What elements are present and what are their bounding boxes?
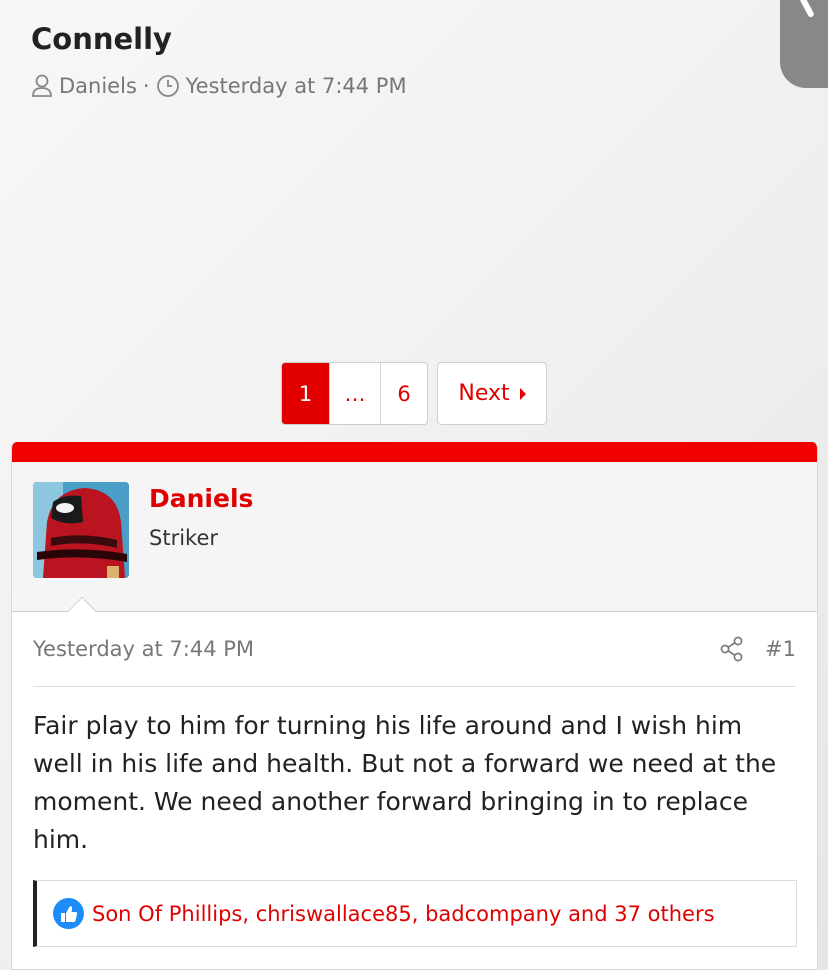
share-icon[interactable] — [720, 636, 744, 666]
thread-title: Connelly — [31, 22, 172, 56]
post-number-link[interactable]: #1 — [765, 637, 796, 661]
thread-meta: Daniels · Yesterday at 7:44 PM — [31, 74, 407, 98]
page-6-button[interactable]: 6 — [381, 363, 427, 424]
post-date[interactable]: Yesterday at 7:44 PM — [33, 637, 254, 661]
post: Daniels Striker Yesterday at 7:44 PM #1 … — [11, 442, 818, 970]
meta-separator: · — [142, 74, 150, 98]
user-title: Striker — [149, 526, 218, 550]
clock-icon — [156, 74, 180, 98]
page-1-button[interactable]: 1 — [282, 363, 330, 424]
post-username[interactable]: Daniels — [149, 484, 253, 513]
slash-mark — [799, 0, 815, 19]
post-header: Yesterday at 7:44 PM #1 — [33, 612, 796, 687]
post-body: Fair play to him for turning his life ar… — [33, 711, 777, 854]
thumbs-up-icon — [53, 898, 84, 929]
reactions-bar[interactable]: Son Of Phillips, chriswallace85, badcomp… — [33, 880, 797, 947]
avatar[interactable] — [33, 482, 129, 578]
post-user-section: Daniels Striker — [12, 462, 817, 612]
next-page-button[interactable]: Next — [437, 362, 547, 425]
next-label: Next — [458, 381, 510, 406]
reactions-text[interactable]: Son Of Phillips, chriswallace85, badcomp… — [92, 902, 715, 926]
speech-pointer — [64, 594, 98, 612]
caret-right-icon — [519, 387, 526, 400]
page-group: 1 … 6 — [281, 362, 428, 425]
page-jump-button[interactable]: … — [330, 363, 381, 424]
thread-author[interactable]: Daniels — [59, 74, 137, 98]
user-icon — [31, 74, 53, 98]
post-accent-bar — [12, 442, 817, 462]
thread-date[interactable]: Yesterday at 7:44 PM — [186, 74, 407, 98]
corner-menu-tab[interactable] — [780, 0, 828, 88]
pagination: 1 … 6 Next — [281, 362, 547, 425]
